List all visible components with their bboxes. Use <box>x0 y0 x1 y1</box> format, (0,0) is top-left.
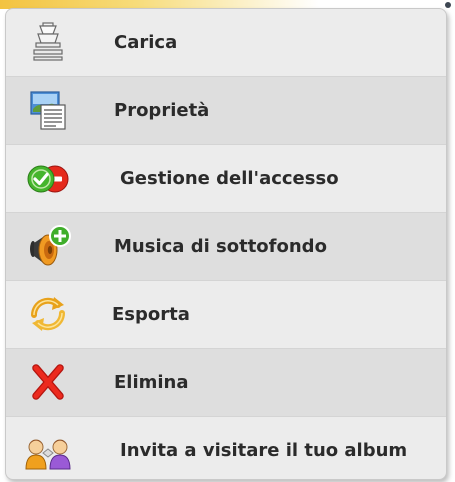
menu-item-upload[interactable]: Carica <box>6 9 446 77</box>
menu-item-invite[interactable]: Invita a visitare il tuo album <box>6 417 446 479</box>
menu-item-delete[interactable]: Elimina <box>6 349 446 417</box>
menu-item-label: Esporta <box>112 304 190 325</box>
properties-icon <box>24 87 72 133</box>
menu-item-label: Gestione dell'accesso <box>120 168 339 189</box>
menu-item-properties[interactable]: Proprietà <box>6 77 446 145</box>
menu-item-label: Carica <box>114 32 178 53</box>
menu-item-label: Elimina <box>114 372 189 393</box>
menu-item-label: Proprietà <box>114 100 210 121</box>
delete-icon <box>24 359 72 405</box>
export-icon <box>24 291 72 337</box>
menu-item-label: Musica di sottofondo <box>114 236 327 257</box>
menu-item-background-music[interactable]: Musica di sottofondo <box>6 213 446 281</box>
background-music-icon <box>24 223 72 269</box>
upload-icon <box>24 19 72 65</box>
album-context-menu: Carica Proprietà Gestione dell'accesso M… <box>5 8 447 480</box>
menu-item-access-management[interactable]: Gestione dell'accesso <box>6 145 446 213</box>
access-management-icon <box>24 155 72 201</box>
menu-item-label: Invita a visitare il tuo album <box>120 440 408 461</box>
window-corner-dot <box>445 2 451 8</box>
invite-users-icon <box>24 427 72 473</box>
menu-item-export[interactable]: Esporta <box>6 281 446 349</box>
